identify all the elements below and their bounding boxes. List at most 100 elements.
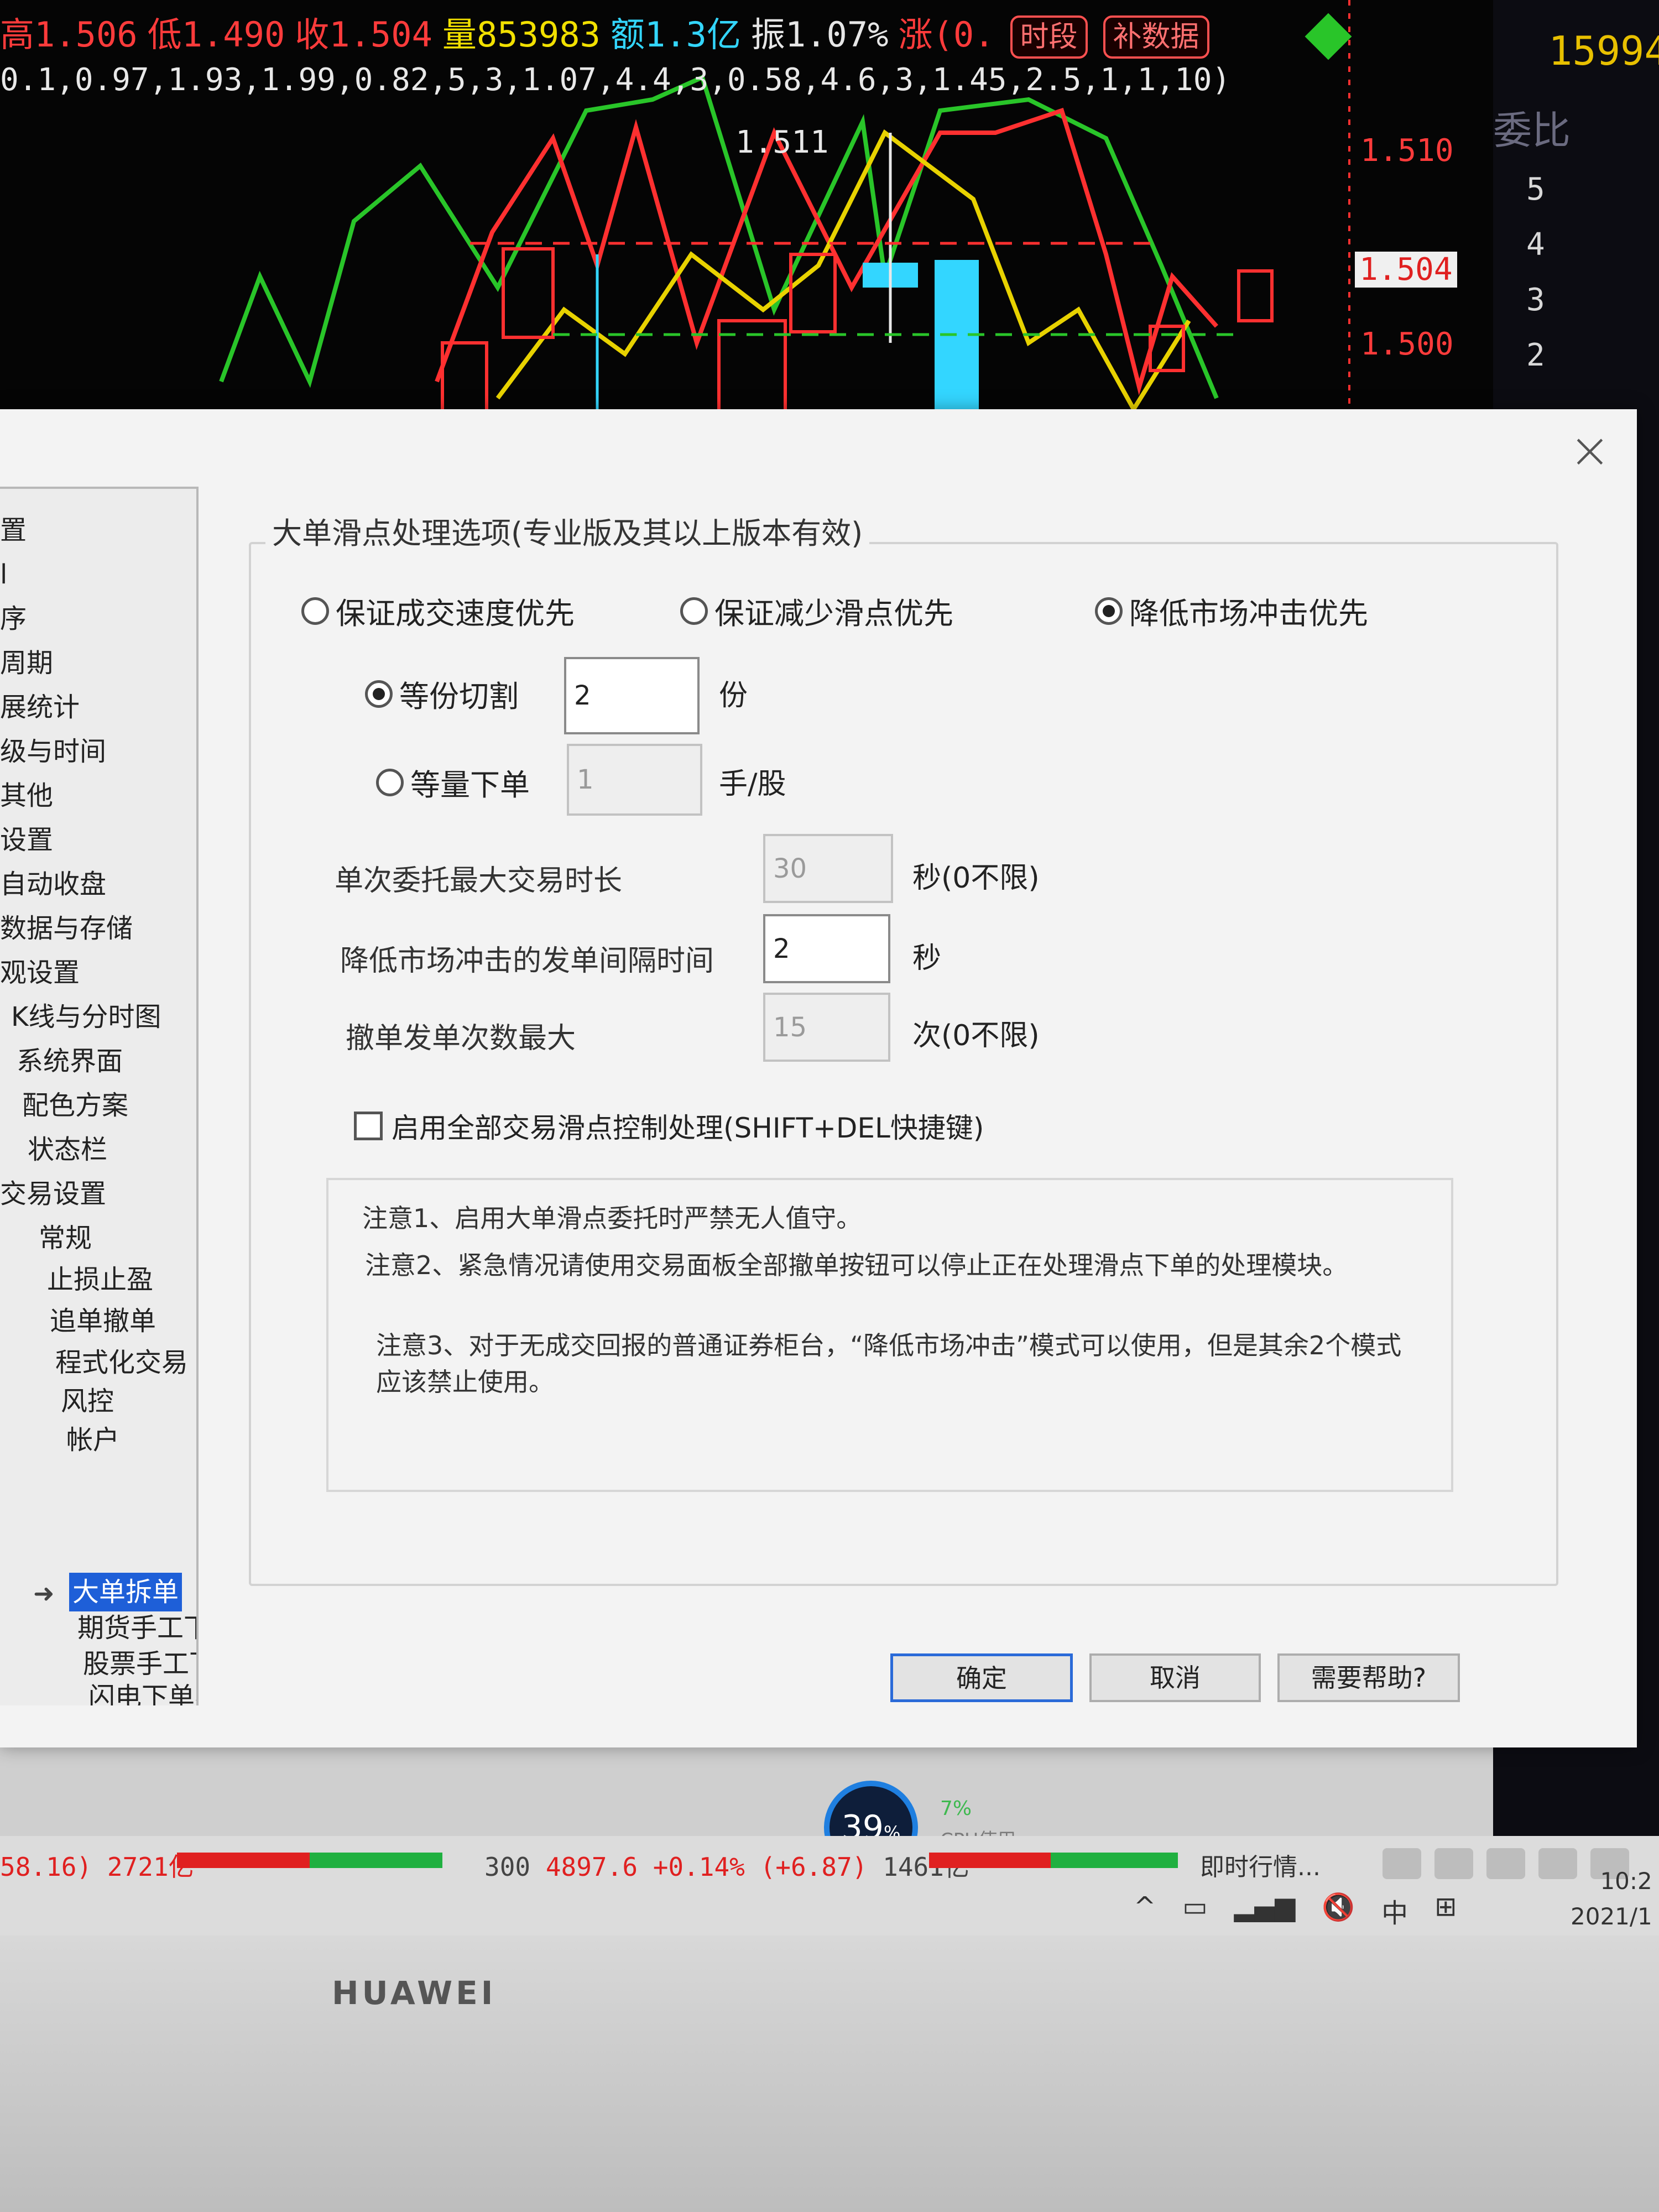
depth-level: 2 — [1526, 337, 1545, 373]
laptop-brand-logo: HUAWEI — [332, 1974, 497, 2012]
tree-item[interactable]: 交易设置 — [0, 1175, 106, 1213]
radio-equal-split[interactable]: 等份切割 — [365, 672, 519, 716]
high-price: 高1.506 — [0, 14, 138, 55]
period-button[interactable]: 时段 — [1010, 15, 1088, 59]
equal-quantity-input[interactable] — [567, 744, 702, 816]
tree-item[interactable]: 闪电下单界面 — [88, 1678, 196, 1705]
ime-indicator[interactable]: 中 — [1381, 1891, 1408, 1930]
interval-label: 降低市场冲击的发单间隔时间 — [340, 945, 714, 978]
tree-item[interactable]: 序 — [0, 599, 27, 638]
tree-item[interactable]: 级与时间 — [0, 732, 106, 771]
tree-item[interactable]: 数据与存储 — [0, 909, 133, 948]
depth-level: 3 — [1526, 282, 1545, 318]
max-cancel-input[interactable] — [763, 993, 890, 1062]
equal-split-unit: 份 — [719, 679, 748, 712]
tree-item[interactable]: 常规 — [39, 1219, 92, 1258]
price-label-top: 1.511 — [735, 124, 829, 160]
ticker-bar-red — [177, 1853, 310, 1868]
radio-selected-icon — [1095, 597, 1123, 625]
interval-input[interactable] — [763, 914, 890, 983]
taskbar: 58.16) 2721亿 300 4897.6 +0.14% (+6.87) 1… — [0, 1836, 1659, 1947]
note-1: 注意1、启用大单滑点委托时严禁无人值守。 — [362, 1203, 862, 1233]
interval-unit: 秒 — [912, 942, 942, 975]
tree-item[interactable]: 置 — [0, 511, 27, 550]
close-price: 收1.504 — [295, 14, 432, 55]
tree-item[interactable]: 配色方案 — [22, 1086, 128, 1125]
chevron-up-icon[interactable]: ^ — [1134, 1891, 1156, 1930]
max-duration-unit: 秒(0不限) — [912, 862, 1040, 895]
ticker-bar-green — [310, 1853, 442, 1868]
tree-item-selected[interactable]: 大单拆单 — [69, 1573, 182, 1611]
amplitude: 振1.07% — [750, 14, 889, 55]
equal-split-input[interactable] — [564, 657, 700, 734]
settings-tree: 置 l 序 周期 展统计 级与时间 其他 设置 自动收盘 数据与存储 观设置 K… — [0, 487, 199, 1705]
tree-item[interactable]: 设置 — [0, 821, 53, 859]
volume: 量853983 — [442, 14, 601, 55]
amount: 额1.3亿 — [610, 14, 741, 55]
cpu-usage-value: 7% — [940, 1797, 972, 1820]
radio-selected-icon — [365, 680, 393, 708]
price-label-current: 1.504 — [1355, 252, 1457, 288]
index-ticker: 58.16) 2721亿 300 4897.6 +0.14% (+6.87) 1… — [0, 1852, 969, 1882]
tree-item[interactable]: 期货手工下单 — [77, 1609, 196, 1647]
tree-item[interactable]: 状态栏 — [28, 1130, 107, 1169]
radio-speed-priority[interactable]: 保证成交速度优先 — [301, 589, 575, 633]
radio-impact-priority[interactable]: 降低市场冲击优先 — [1095, 589, 1368, 633]
max-cancel-label: 撤单发单次数最大 — [346, 1022, 576, 1055]
max-duration-label: 单次委托最大交易时长 — [335, 864, 623, 898]
ticker-bar-red — [929, 1853, 1051, 1868]
depth-level: 4 — [1526, 227, 1545, 263]
app-icon[interactable] — [1434, 1848, 1473, 1879]
radio-equal-quantity[interactable]: 等量下单 — [376, 760, 530, 804]
radio-icon — [376, 768, 404, 796]
laptop-bezel — [0, 1936, 1659, 2212]
radio-icon — [680, 597, 708, 625]
tree-item[interactable]: 其他 — [0, 776, 53, 815]
group-title: 大单滑点处理选项(专业版及其以上版本有效) — [265, 509, 870, 552]
clock-date: 2021/1 — [1571, 1903, 1652, 1930]
tree-item[interactable]: 追单撤单 — [50, 1302, 156, 1340]
system-tray: ^ ▭ ▂▄▆ 🔇 中 ⊞ — [1134, 1891, 1457, 1930]
indicator-params: 0.1,0.97,1.93,1.99,0.82,5,3,1.07,4.4,3,0… — [0, 62, 1231, 98]
price-chart: 高1.506 低1.490 收1.504 量853983 额1.3亿 振1.07% 涨(0.… — [0, 0, 1493, 420]
order-ratio-label: 委比 — [1493, 108, 1571, 153]
max-cancel-unit: 次(0不限) — [912, 1019, 1040, 1052]
depth-level: 5 — [1526, 171, 1545, 207]
system-clock[interactable]: 10:2 2021/1 — [1571, 1864, 1652, 1934]
app-icon[interactable] — [1383, 1848, 1421, 1879]
close-icon[interactable]: × — [1565, 426, 1615, 476]
ok-button[interactable]: 确定 — [890, 1653, 1073, 1702]
keyboard-icon[interactable]: ⊞ — [1434, 1891, 1457, 1930]
settings-dialog: × 置 l 序 周期 展统计 级与时间 其他 设置 自动收盘 数据与存储 观设置… — [0, 409, 1637, 1747]
price-label-low: 1.500 — [1360, 326, 1454, 362]
cancel-button[interactable]: 取消 — [1089, 1653, 1261, 1702]
taskbar-app-quotes[interactable]: 即时行情... — [1200, 1847, 1321, 1882]
signal-icon[interactable]: ▂▄▆ — [1234, 1891, 1296, 1930]
tree-item[interactable]: 展统计 — [0, 688, 80, 727]
tree-item[interactable]: 帐户 — [66, 1421, 119, 1459]
tree-item[interactable]: K线与分时图 — [11, 998, 161, 1036]
note-3: 注意3、对于无成交回报的普通证券柜台，“降低市场冲击”模式可以使用，但是其余2个… — [376, 1331, 1402, 1397]
note-2: 注意2、紧急情况请使用交易面板全部撤单按钮可以停止正在处理滑点下单的处理模块。 — [365, 1250, 1348, 1280]
tree-item[interactable]: 观设置 — [0, 953, 80, 992]
clock-time: 10:2 — [1600, 1867, 1652, 1895]
tree-item[interactable]: 风控 — [61, 1382, 114, 1421]
volume-muted-icon[interactable]: 🔇 — [1322, 1891, 1355, 1930]
tree-item[interactable]: 系统界面 — [17, 1042, 123, 1081]
tree-item[interactable]: 周期 — [0, 644, 53, 682]
max-duration-input[interactable] — [763, 834, 893, 903]
equal-quantity-unit: 手/股 — [719, 768, 786, 801]
enable-all-slippage-checkbox[interactable]: 启用全部交易滑点控制处理(SHIFT+DEL快捷键) — [354, 1106, 984, 1146]
tree-item[interactable]: 自动收盘 — [0, 865, 106, 904]
help-button[interactable]: 需要帮助? — [1277, 1653, 1460, 1702]
tree-item[interactable]: 程式化交易 — [55, 1343, 188, 1382]
change: 涨(0. — [898, 14, 995, 55]
ticker-bar-green — [1051, 1853, 1178, 1868]
battery-icon[interactable]: ▭ — [1182, 1891, 1207, 1930]
tree-item[interactable]: l — [0, 555, 7, 594]
supplement-data-button[interactable]: 补数据 — [1103, 15, 1209, 59]
low-price: 低1.490 — [147, 14, 285, 55]
radio-slippage-priority[interactable]: 保证减少滑点优先 — [680, 589, 953, 633]
app-icon[interactable] — [1486, 1848, 1525, 1879]
tree-item[interactable]: 止损止盈 — [47, 1260, 153, 1299]
